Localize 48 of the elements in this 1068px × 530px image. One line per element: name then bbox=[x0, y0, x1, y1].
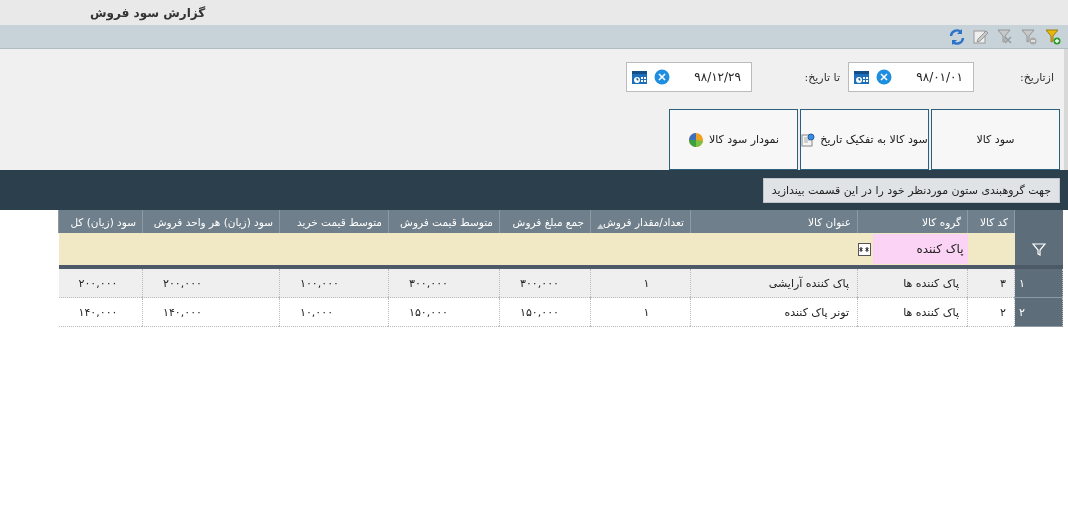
column-header[interactable]: گروه کالا bbox=[857, 210, 968, 233]
filter-icon[interactable] bbox=[1031, 242, 1046, 256]
operator-icon[interactable] bbox=[857, 242, 871, 256]
report-button[interactable]: سود کالا به تفکیک تاریخ bbox=[800, 109, 929, 170]
date-field[interactable]: ۹۸/۰۱/۰۱ bbox=[848, 62, 974, 92]
calendar-icon[interactable] bbox=[853, 69, 870, 85]
clear-icon[interactable] bbox=[654, 69, 670, 85]
table-cell: ۲ bbox=[967, 297, 1015, 327]
table-cell: ۱۵۰,۰۰۰ bbox=[388, 297, 500, 327]
pie-chart-icon bbox=[688, 131, 704, 148]
table-cell: ۲۰۰,۰۰۰ bbox=[142, 269, 280, 298]
column-header[interactable]: تعداد/مقدار فروش bbox=[590, 210, 691, 233]
table-cell: ۲۰۰,۰۰۰ bbox=[58, 269, 143, 298]
table-cell: ۱۰,۰۰۰ bbox=[279, 297, 389, 327]
table-cell: ۳۰۰,۰۰۰ bbox=[499, 269, 591, 298]
calendar-icon[interactable] bbox=[631, 69, 648, 85]
table-cell: تونر پاک کننده bbox=[690, 297, 858, 327]
column-header[interactable]: متوسط قیمت خرید bbox=[279, 210, 389, 233]
table-cell: ۱۴۰,۰۰۰ bbox=[58, 297, 143, 327]
field-label: تا تاریخ: bbox=[803, 70, 840, 84]
column-header[interactable]: سود (زیان) کل bbox=[58, 210, 143, 233]
table-cell: ۱ bbox=[590, 269, 691, 298]
date-field[interactable]: ۹۸/۱۲/۲۹ bbox=[626, 62, 752, 92]
table-cell: ۱۴۰,۰۰۰ bbox=[142, 297, 280, 327]
column-header[interactable]: جمع مبلغ فروش bbox=[499, 210, 591, 233]
refresh-icon[interactable] bbox=[948, 27, 966, 46]
table-cell: پاک کننده آرایشی bbox=[690, 269, 858, 298]
table-cell: پاک کننده ها bbox=[857, 269, 968, 298]
column-header[interactable]: سود (زیان) هر واحد فروش bbox=[142, 210, 280, 233]
document-icon bbox=[801, 132, 816, 147]
field-label: ازتاریخ: bbox=[1019, 70, 1054, 84]
table-cell: ۱۵۰,۰۰۰ bbox=[499, 297, 591, 327]
column-header[interactable]: متوسط قیمت فروش bbox=[388, 210, 500, 233]
table-cell: ۱۰۰,۰۰۰ bbox=[279, 269, 389, 298]
window-title: گزارش سود فروش bbox=[90, 5, 206, 20]
group-panel[interactable]: جهت گروهبندی ستون موردنظر خود را در این قسمت بیندازید bbox=[762, 177, 1060, 203]
report-button[interactable]: سود کالا bbox=[931, 109, 1060, 170]
table-cell: پاک کننده ها bbox=[857, 297, 968, 327]
filter-value[interactable]: پاک کننده bbox=[872, 234, 968, 264]
column-header[interactable]: عنوان کالا bbox=[690, 210, 858, 233]
table-cell: ۱ bbox=[590, 297, 691, 327]
table-cell: ۳۰۰,۰۰۰ bbox=[388, 269, 500, 298]
row-number: ۱ bbox=[1014, 269, 1063, 298]
column-header[interactable]: کد کالا bbox=[967, 210, 1015, 233]
clear-icon[interactable] bbox=[876, 69, 892, 85]
filter-add-icon[interactable] bbox=[1044, 27, 1062, 46]
report-button[interactable]: نمودار سود کالا bbox=[669, 109, 798, 170]
table-cell: ۳ bbox=[967, 269, 1015, 298]
